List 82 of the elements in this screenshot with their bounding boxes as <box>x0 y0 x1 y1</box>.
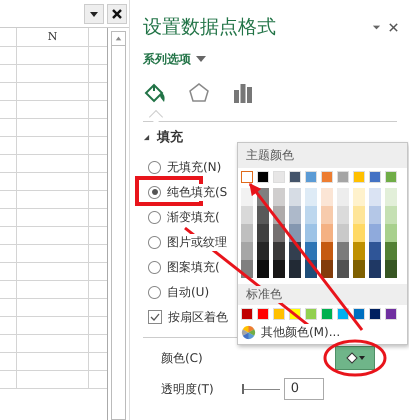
color-swatch[interactable] <box>305 206 317 224</box>
caret-icon[interactable] <box>196 56 206 62</box>
more-colors-item[interactable]: 其他颜色(M)... <box>261 324 340 341</box>
highlight-ring <box>324 340 386 376</box>
bar-chart-icon[interactable] <box>231 81 255 105</box>
color-swatch[interactable] <box>369 206 381 224</box>
series-options-menu[interactable]: 系列选项 <box>143 50 191 68</box>
color-swatch[interactable] <box>369 260 381 278</box>
slider-thumb[interactable] <box>242 384 244 394</box>
paint-bucket-icon[interactable] <box>143 81 167 105</box>
color-swatch[interactable] <box>337 224 349 242</box>
color-swatch[interactable] <box>305 224 317 242</box>
color-swatch[interactable] <box>321 206 333 224</box>
radio-button[interactable] <box>148 210 161 224</box>
color-swatch[interactable] <box>273 224 285 242</box>
theme-colors-heading: 主题颜色 <box>246 147 294 164</box>
color-swatch[interactable] <box>241 242 253 260</box>
option-label: 图片或纹理 <box>167 234 227 250</box>
color-swatch[interactable] <box>369 242 381 260</box>
column-header[interactable]: N <box>17 28 89 46</box>
color-swatch[interactable] <box>321 224 333 242</box>
radio-button[interactable] <box>148 186 161 198</box>
close-icon[interactable] <box>388 22 399 32</box>
radio-button[interactable] <box>148 160 161 174</box>
option-label: 自动(U) <box>167 284 210 300</box>
checkbox-label: 按扇区着色 <box>168 308 228 326</box>
color-swatch[interactable] <box>305 188 317 206</box>
checkbox[interactable] <box>148 310 162 324</box>
section-title[interactable]: 填充 <box>157 128 183 146</box>
color-swatch[interactable] <box>241 224 253 242</box>
option-label: 无填充(N) <box>167 158 222 176</box>
color-wheel-icon[interactable] <box>241 325 256 340</box>
color-swatch[interactable] <box>337 260 349 278</box>
color-swatch[interactable] <box>241 206 253 224</box>
color-swatch[interactable] <box>321 188 333 206</box>
color-swatch[interactable] <box>241 188 253 206</box>
color-swatch[interactable] <box>305 242 317 260</box>
color-swatch[interactable] <box>353 260 365 278</box>
color-swatch[interactable] <box>385 224 397 242</box>
color-swatch[interactable] <box>257 224 269 242</box>
color-swatch[interactable] <box>321 242 333 260</box>
pane-title: 设置数据点格式 <box>143 15 277 40</box>
color-swatch[interactable] <box>353 224 365 242</box>
color-swatch[interactable] <box>385 242 397 260</box>
color-swatch[interactable] <box>321 260 333 278</box>
radio-button[interactable] <box>148 286 161 298</box>
color-swatch[interactable] <box>385 188 397 206</box>
color-swatch[interactable] <box>337 206 349 224</box>
color-swatch[interactable] <box>353 206 365 224</box>
color-label: 颜色(C) <box>161 350 203 366</box>
color-swatch[interactable] <box>273 188 285 206</box>
option-label: 纯色填充(S <box>167 184 228 200</box>
color-swatch[interactable] <box>289 188 301 206</box>
standard-colors-heading: 标准色 <box>246 286 282 303</box>
color-swatch[interactable] <box>273 260 285 278</box>
color-swatch[interactable] <box>257 206 269 224</box>
transparency-input[interactable]: 0 <box>284 378 324 400</box>
color-swatch[interactable] <box>353 188 365 206</box>
color-swatch[interactable] <box>289 206 301 224</box>
radio-button[interactable] <box>148 236 161 248</box>
dropdown-icon[interactable] <box>84 4 104 24</box>
pentagon-icon[interactable] <box>187 81 211 105</box>
fill-color-button[interactable] <box>335 346 375 370</box>
color-swatch[interactable] <box>289 260 301 278</box>
color-swatch[interactable] <box>337 188 349 206</box>
color-swatch[interactable] <box>385 260 397 278</box>
option-label: 图案填充( <box>167 258 220 276</box>
color-swatch[interactable] <box>369 224 381 242</box>
highlight-frame <box>135 176 203 206</box>
color-swatch[interactable] <box>241 171 253 183</box>
color-swatch[interactable] <box>273 242 285 260</box>
color-swatch[interactable] <box>353 242 365 260</box>
option-label: 渐变填充( <box>167 208 220 226</box>
color-swatch[interactable] <box>369 188 381 206</box>
color-swatch[interactable] <box>257 242 269 260</box>
color-swatch[interactable] <box>337 242 349 260</box>
radio-button[interactable] <box>148 260 161 274</box>
collapse-triangle-icon[interactable] <box>143 134 150 140</box>
transparency-label: 透明度(T) <box>161 380 214 398</box>
scrollbar[interactable] <box>111 31 126 420</box>
color-swatch[interactable] <box>385 206 397 224</box>
color-swatch[interactable] <box>257 260 269 278</box>
